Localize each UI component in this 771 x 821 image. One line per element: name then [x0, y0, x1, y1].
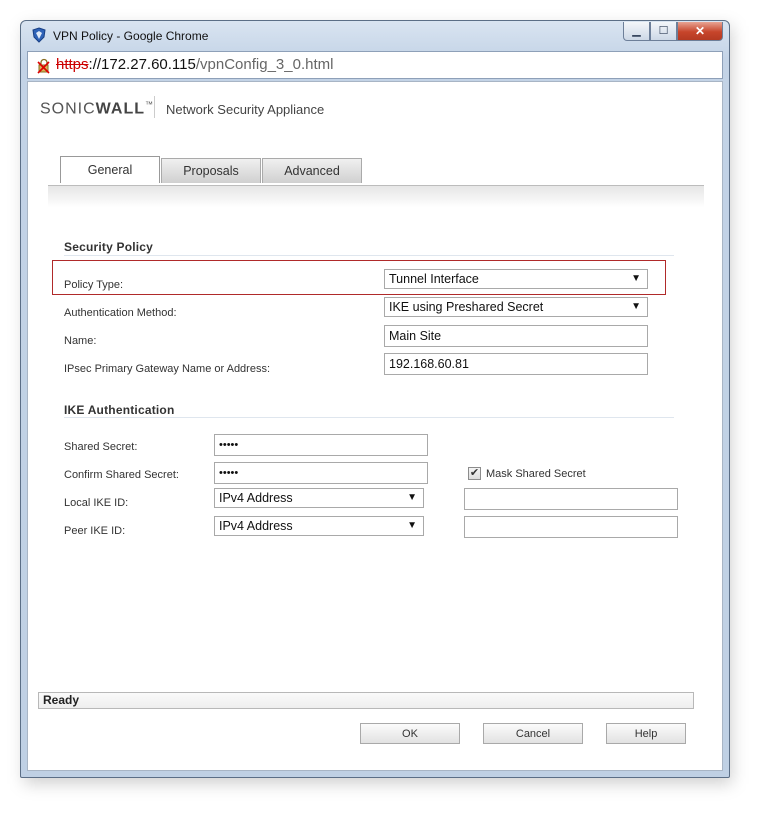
- maximize-icon: ☐: [658, 24, 669, 37]
- section-divider: [64, 417, 674, 418]
- tab-proposals[interactable]: Proposals: [161, 158, 261, 183]
- window-title: VPN Policy - Google Chrome: [53, 29, 209, 43]
- policy-type-label: Policy Type:: [64, 279, 124, 291]
- confirm-secret-label: Confirm Shared Secret:: [64, 469, 179, 481]
- shared-secret-input[interactable]: •••••: [214, 434, 428, 456]
- peer-ike-input[interactable]: [464, 516, 678, 538]
- chevron-down-icon: ▼: [631, 273, 641, 284]
- checkmark-icon: ✔: [469, 467, 480, 479]
- title-bar[interactable]: VPN Policy - Google Chrome ▁ ☐ ✕: [21, 21, 729, 51]
- chevron-down-icon: ▼: [407, 492, 417, 503]
- minimize-icon: ▁: [632, 24, 641, 37]
- auth-method-select[interactable]: IKE using Preshared Secret ▼: [384, 297, 648, 317]
- auth-method-label: Authentication Method:: [64, 307, 177, 319]
- confirm-secret-input[interactable]: •••••: [214, 462, 428, 484]
- chevron-down-icon: ▼: [407, 520, 417, 531]
- minimize-button[interactable]: ▁: [623, 22, 650, 41]
- help-button[interactable]: Help: [606, 723, 686, 744]
- close-icon: ✕: [694, 24, 706, 38]
- tab-panel-header: [48, 185, 704, 207]
- tab-advanced[interactable]: Advanced: [262, 158, 362, 183]
- chevron-down-icon: ▼: [631, 301, 641, 312]
- gateway-input[interactable]: 192.168.60.81: [384, 353, 648, 375]
- url-path: /vpnConfig_3_0.html: [195, 56, 334, 73]
- broken-lock-icon: [37, 58, 50, 74]
- security-policy-heading: Security Policy: [64, 240, 154, 254]
- browser-window: VPN Policy - Google Chrome ▁ ☐ ✕ https:/…: [20, 20, 730, 778]
- local-ike-label: Local IKE ID:: [64, 497, 129, 509]
- local-ike-type-select[interactable]: IPv4 Address ▼: [214, 488, 424, 508]
- close-button[interactable]: ✕: [677, 22, 723, 41]
- page-content: SONICWALL™ Network Security Appliance Ge…: [27, 81, 723, 771]
- policy-type-select[interactable]: Tunnel Interface ▼: [384, 269, 648, 289]
- status-bar: Ready: [38, 692, 694, 709]
- tab-general[interactable]: General: [60, 156, 160, 183]
- gateway-label: IPsec Primary Gateway Name or Address:: [64, 363, 271, 375]
- peer-ike-label: Peer IKE ID:: [64, 525, 126, 537]
- mask-secret-checkbox[interactable]: ✔: [468, 467, 481, 480]
- address-bar[interactable]: https://172.27.60.115/vpnConfig_3_0.html: [27, 51, 723, 79]
- maximize-button[interactable]: ☐: [650, 22, 677, 41]
- sonicwall-shield-icon: [32, 27, 46, 43]
- auth-method-value: IKE using Preshared Secret: [389, 300, 544, 314]
- tab-bar: General Proposals Advanced: [60, 156, 363, 183]
- url-scheme: https: [56, 56, 89, 73]
- local-ike-type-value: IPv4 Address: [219, 491, 293, 505]
- shared-secret-label: Shared Secret:: [64, 441, 138, 453]
- cancel-button[interactable]: Cancel: [483, 723, 583, 744]
- logo-divider: [154, 96, 155, 118]
- url-text: https://172.27.60.115/vpnConfig_3_0.html: [56, 56, 333, 73]
- local-ike-input[interactable]: [464, 488, 678, 510]
- section-divider: [64, 255, 674, 256]
- mask-secret-label: Mask Shared Secret: [486, 468, 586, 480]
- name-label: Name:: [64, 335, 97, 347]
- peer-ike-type-value: IPv4 Address: [219, 519, 293, 533]
- ok-button[interactable]: OK: [360, 723, 460, 744]
- ike-auth-heading: IKE Authentication: [64, 403, 175, 417]
- url-host: ://172.27.60.115: [88, 56, 196, 73]
- product-name: Network Security Appliance: [166, 102, 325, 117]
- sonicwall-logo: SONICWALL™: [40, 100, 154, 118]
- policy-type-value: Tunnel Interface: [389, 272, 479, 286]
- name-input[interactable]: Main Site: [384, 325, 648, 347]
- peer-ike-type-select[interactable]: IPv4 Address ▼: [214, 516, 424, 536]
